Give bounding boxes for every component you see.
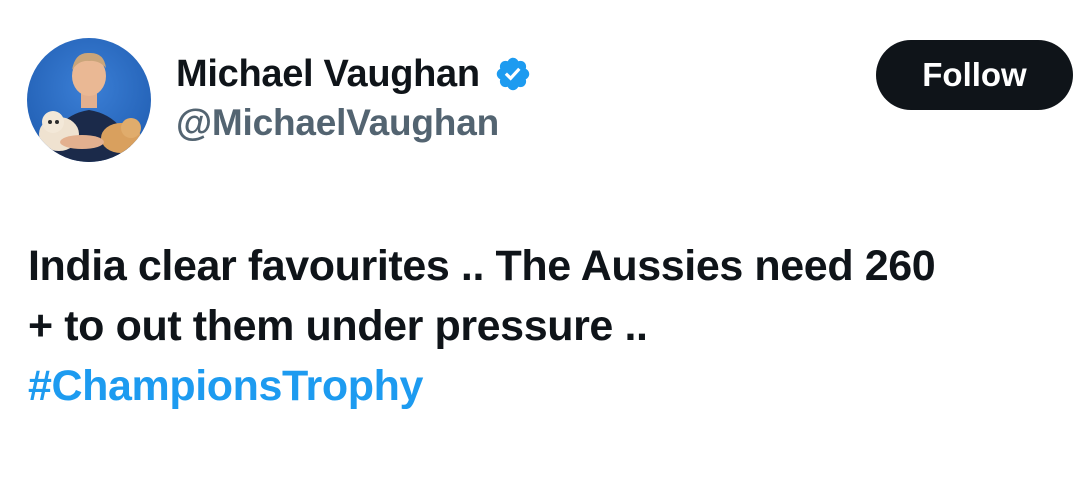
tweet-text-line: + to out them under pressure .. [28, 302, 648, 350]
tweet-text-line: India clear favourites .. The Aussies ne… [28, 242, 936, 290]
hashtag-link[interactable]: #ChampionsTrophy [28, 356, 1078, 416]
tweet-text: India clear favourites .. The Aussies ne… [28, 236, 1078, 416]
display-name[interactable]: Michael Vaughan [176, 53, 480, 96]
author-handle[interactable]: @MichaelVaughan [176, 102, 499, 144]
avatar[interactable] [27, 38, 151, 162]
follow-button[interactable]: Follow [876, 40, 1073, 110]
author-name-row: Michael Vaughan [176, 50, 532, 98]
avatar-image [27, 38, 151, 162]
tweet-card: Michael Vaughan @MichaelVaughan Follow I… [0, 0, 1087, 483]
verified-badge-icon[interactable] [494, 55, 532, 93]
